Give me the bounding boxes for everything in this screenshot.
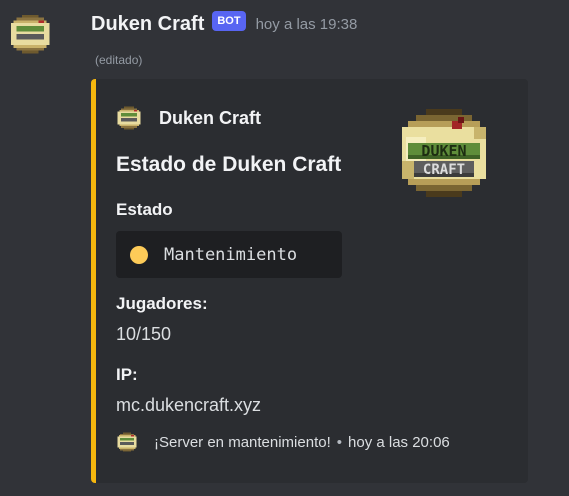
field-ip-value: mc.dukencraft.xyz: [116, 395, 262, 415]
duken-craft-logo-icon: [117, 106, 141, 130]
field-ip-name: IP:: [116, 365, 138, 384]
field-jugadores-value: 10/150: [116, 324, 172, 344]
embed-author: Duken Craft: [116, 103, 261, 133]
message-header: Duken Craft BOT hoy a las 19:38: [91, 10, 357, 38]
bot-avatar[interactable]: [8, 12, 52, 56]
duken-craft-logo-icon: [117, 432, 137, 452]
status-embed: Duken Craft Estado de Duken Craft DUKEN …: [91, 79, 528, 483]
status-text: Mantenimiento: [164, 244, 298, 265]
embed-title: Estado de Duken Craft: [116, 153, 342, 176]
message-timestamp[interactable]: hoy a las 19:38: [256, 16, 358, 33]
field-estado-value: Mantenimiento: [116, 231, 342, 278]
footer-timestamp: hoy a las 20:06: [348, 433, 450, 451]
embed-footer: ¡Server en mantenimiento! • hoy a las 20…: [116, 431, 450, 453]
yellow-circle-icon: [130, 245, 148, 264]
field-estado-name: Estado: [116, 200, 173, 219]
footer-separator: •: [336, 433, 343, 451]
embed-thumbnail[interactable]: DUKEN CRAFT: [398, 107, 490, 199]
thumbnail-text-duken: DUKEN: [421, 142, 466, 160]
bot-badge: BOT: [212, 11, 246, 31]
thumbnail-text-craft: CRAFT: [423, 162, 465, 178]
field-jugadores-name: Jugadores:: [116, 294, 208, 313]
author-username[interactable]: Duken Craft: [91, 13, 204, 36]
edited-label: (editado): [95, 53, 143, 67]
footer-text: ¡Server en mantenimiento!: [154, 433, 331, 451]
duken-craft-logo-icon: [10, 14, 50, 54]
embed-author-name[interactable]: Duken Craft: [159, 108, 261, 129]
chat-message: Duken Craft BOT hoy a las 19:38 (editado…: [0, 0, 569, 496]
